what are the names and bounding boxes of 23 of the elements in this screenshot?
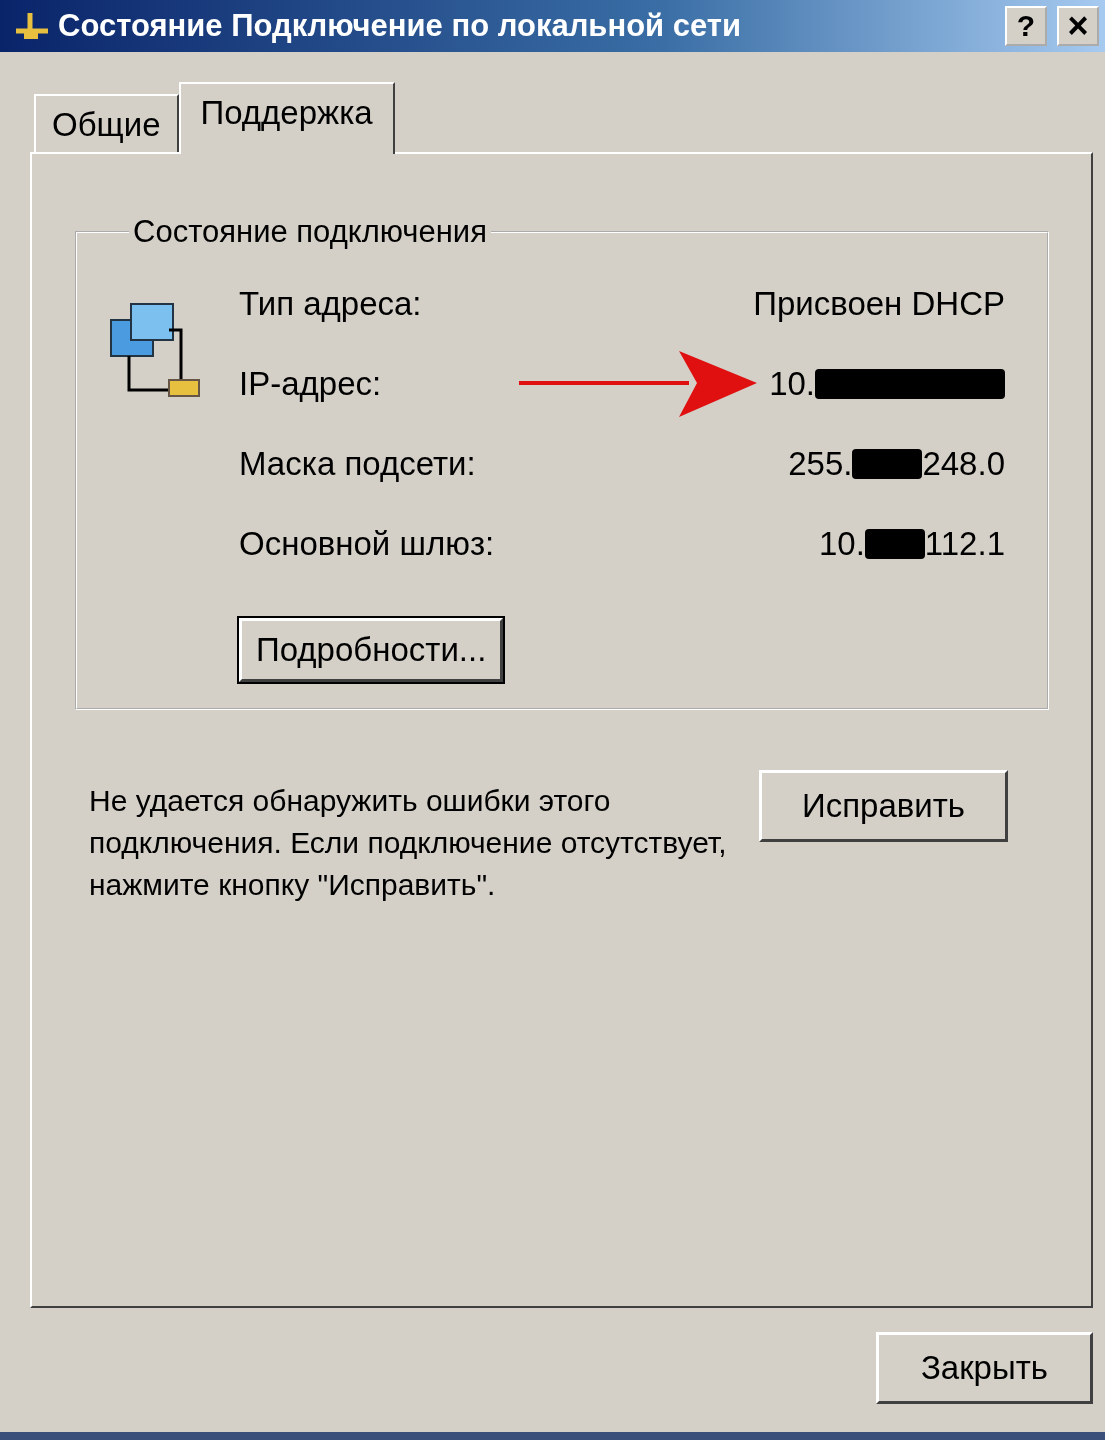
field-label: Маска подсети: xyxy=(239,445,477,483)
field-label: Основной шлюз: xyxy=(239,525,496,563)
field-value: 255. xyxy=(788,445,853,483)
redaction-mark xyxy=(864,529,925,559)
field-value: 10. xyxy=(769,365,815,403)
field-value: 112.1 xyxy=(924,525,1005,563)
field-value: Присвоен DHCP xyxy=(753,285,1005,323)
window-title: Состояние Подключение по локальной сети xyxy=(58,8,743,44)
repair-button[interactable]: Исправить xyxy=(759,770,1009,842)
close-dialog-button[interactable]: Закрыть xyxy=(875,1332,1093,1404)
network-icon xyxy=(14,11,50,41)
field-value: 248.0 xyxy=(922,445,1005,483)
help-button[interactable]: ? xyxy=(1005,6,1047,46)
details-button[interactable]: Подробности... xyxy=(239,618,504,682)
status-message: Не удается обнаружить ошибки этого подключения. Если подключение отсутствует, нажмите кнопку "Исправить". xyxy=(89,783,728,903)
group-title: Состояние подключения xyxy=(132,214,488,250)
field-label: IP-адрес: xyxy=(239,365,383,403)
tab[interactable]: Общие xyxy=(34,94,179,152)
tab[interactable]: Поддержка xyxy=(178,82,395,154)
field-label: Тип адреса: xyxy=(239,285,423,323)
field-value: 10. xyxy=(819,525,865,563)
redaction-mark xyxy=(852,449,923,479)
close-button[interactable]: × xyxy=(1057,6,1099,46)
